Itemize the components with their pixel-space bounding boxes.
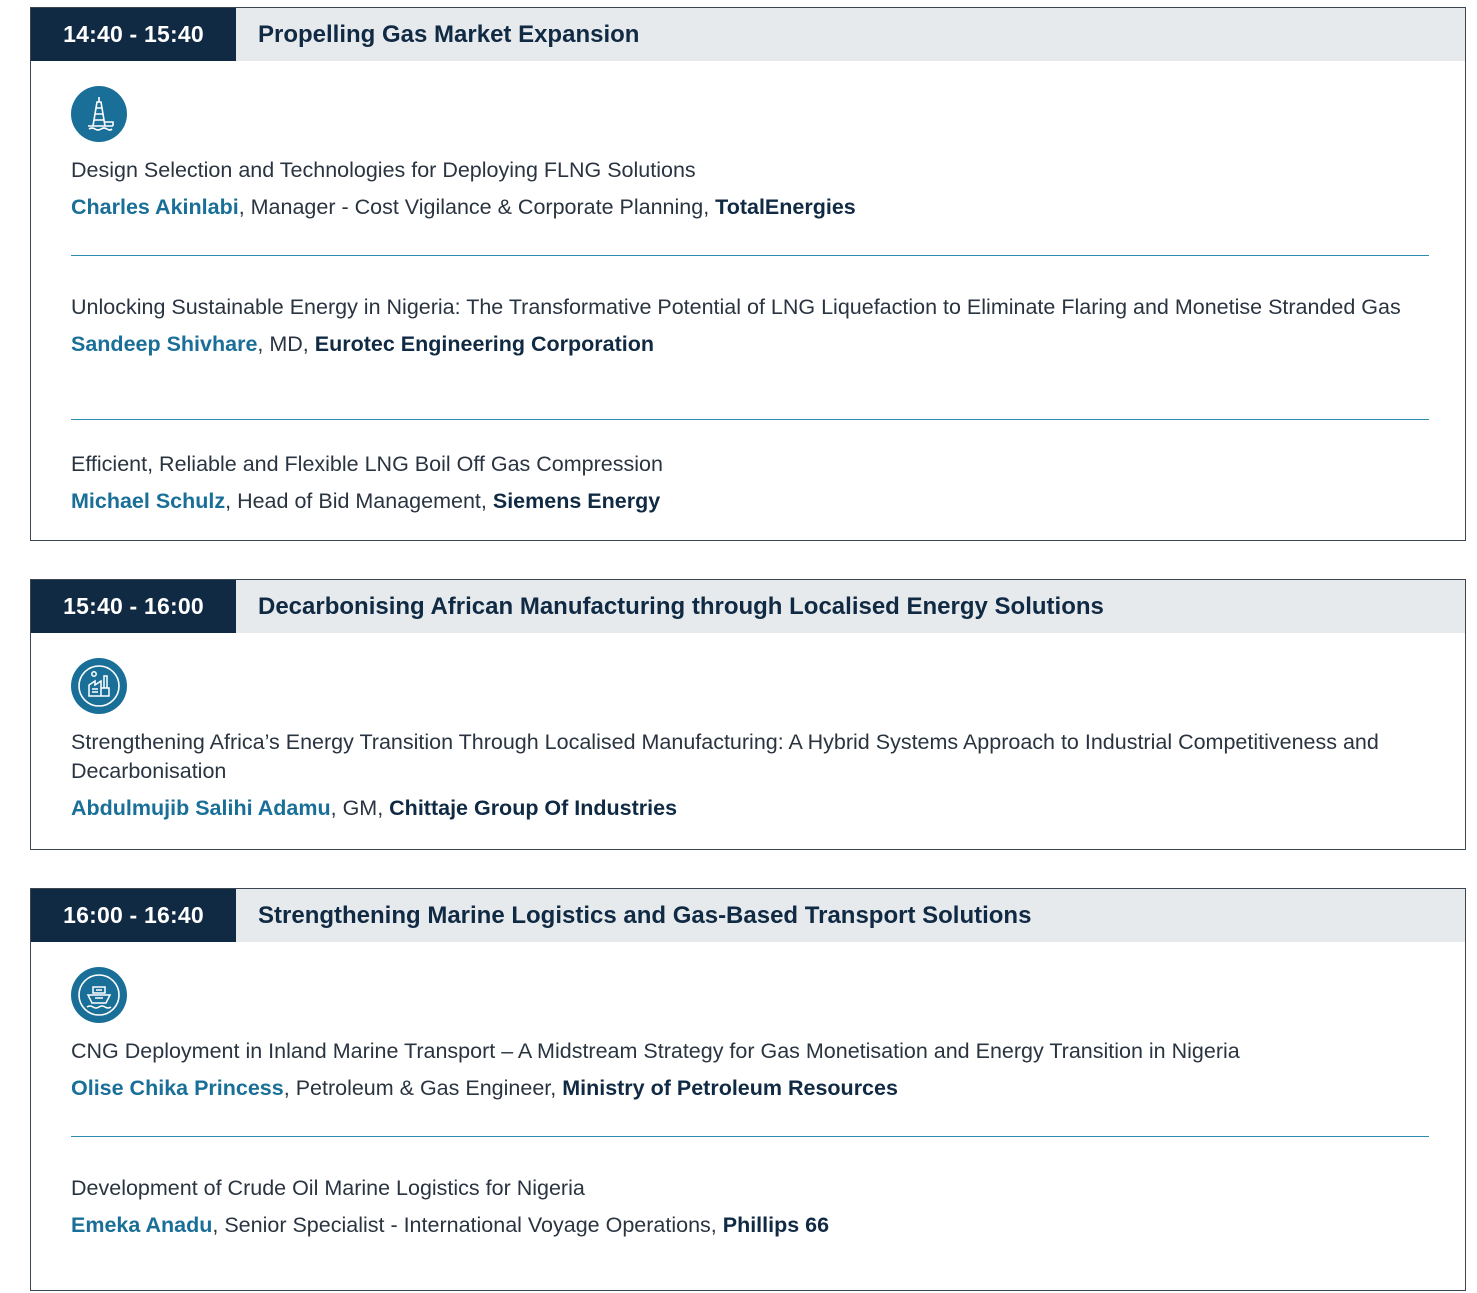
talk-title: CNG Deployment in Inland Marine Transpor…: [71, 1039, 1240, 1063]
talk-item: CNG Deployment in Inland Marine Transpor…: [71, 1037, 1431, 1103]
talk-item: Strengthening Africa’s Energy Transition…: [71, 728, 1431, 823]
session-header: 14:40 - 15:40 Propelling Gas Market Expa…: [31, 8, 1465, 61]
ship-icon: [71, 967, 127, 1023]
divider: [71, 1136, 1429, 1137]
speaker-role: Manager - Cost Vigilance & Corporate Pla…: [250, 195, 704, 219]
talk-item: Efficient, Reliable and Flexible LNG Boi…: [71, 450, 1431, 516]
session-header: 15:40 - 16:00 Decarbonising African Manu…: [31, 580, 1465, 633]
speaker-line: Charles Akinlabi, Manager - Cost Vigilan…: [71, 195, 856, 219]
speaker-org: Ministry of Petroleum Resources: [562, 1076, 898, 1100]
speaker-role: Head of Bid Management: [237, 489, 481, 513]
factory-icon: [71, 658, 127, 714]
speaker-name: Abdulmujib Salihi Adamu: [71, 796, 331, 820]
speaker-role: Petroleum & Gas Engineer: [295, 1076, 551, 1100]
speaker-role: MD: [269, 332, 303, 356]
talk-item: Design Selection and Technologies for De…: [71, 156, 1431, 222]
speaker-org: Siemens Energy: [492, 489, 661, 513]
session-time: 16:00 - 16:40: [31, 889, 236, 942]
speaker-line: Sandeep Shivhare, MD, Eurotec Engineerin…: [71, 332, 654, 356]
talk-item: Development of Crude Oil Marine Logistic…: [71, 1174, 1431, 1240]
speaker-role: Senior Specialist - International Voyage…: [224, 1213, 711, 1237]
talk-title: Efficient, Reliable and Flexible LNG Boi…: [71, 452, 663, 476]
speaker-name: Emeka Anadu: [71, 1213, 213, 1237]
speaker-line: Emeka Anadu, Senior Specialist - Interna…: [71, 1213, 830, 1237]
speaker-name: Charles Akinlabi: [71, 195, 239, 219]
speaker-org: Eurotec Engineering Corporation: [314, 332, 654, 356]
session-time: 14:40 - 15:40: [31, 8, 236, 61]
speaker-role: GM: [342, 796, 378, 820]
speaker-line: Olise Chika Princess, Petroleum & Gas En…: [71, 1076, 898, 1100]
session-time: 15:40 - 16:00: [31, 580, 236, 633]
session-2: 15:40 - 16:00 Decarbonising African Manu…: [30, 579, 1466, 850]
session-title: Strengthening Marine Logistics and Gas-B…: [258, 901, 1032, 929]
session-title: Propelling Gas Market Expansion: [258, 20, 640, 48]
session-title: Decarbonising African Manufacturing thro…: [258, 592, 1104, 620]
session-1: 14:40 - 15:40 Propelling Gas Market Expa…: [30, 7, 1466, 541]
session-3: 16:00 - 16:40 Strengthening Marine Logis…: [30, 888, 1466, 1291]
talk-title: Strengthening Africa’s Energy Transition…: [71, 730, 1379, 783]
speaker-line: Michael Schulz, Head of Bid Management, …: [71, 489, 661, 513]
divider: [71, 419, 1429, 420]
session-header: 16:00 - 16:40 Strengthening Marine Logis…: [31, 889, 1465, 942]
talk-title: Unlocking Sustainable Energy in Nigeria:…: [71, 295, 1401, 319]
speaker-name: Olise Chika Princess: [71, 1076, 284, 1100]
divider: [71, 255, 1429, 256]
speaker-org: Phillips 66: [722, 1213, 830, 1237]
speaker-name: Michael Schulz: [71, 489, 226, 513]
talk-title: Design Selection and Technologies for De…: [71, 158, 696, 182]
gas-rig-icon: [71, 86, 127, 142]
speaker-line: Abdulmujib Salihi Adamu, GM, Chittaje Gr…: [71, 796, 678, 820]
talk-title: Development of Crude Oil Marine Logistic…: [71, 1176, 585, 1200]
speaker-org: Chittaje Group Of Industries: [389, 796, 678, 820]
speaker-org: TotalEnergies: [715, 195, 856, 219]
speaker-name: Sandeep Shivhare: [71, 332, 258, 356]
talk-item: Unlocking Sustainable Energy in Nigeria:…: [71, 293, 1431, 359]
